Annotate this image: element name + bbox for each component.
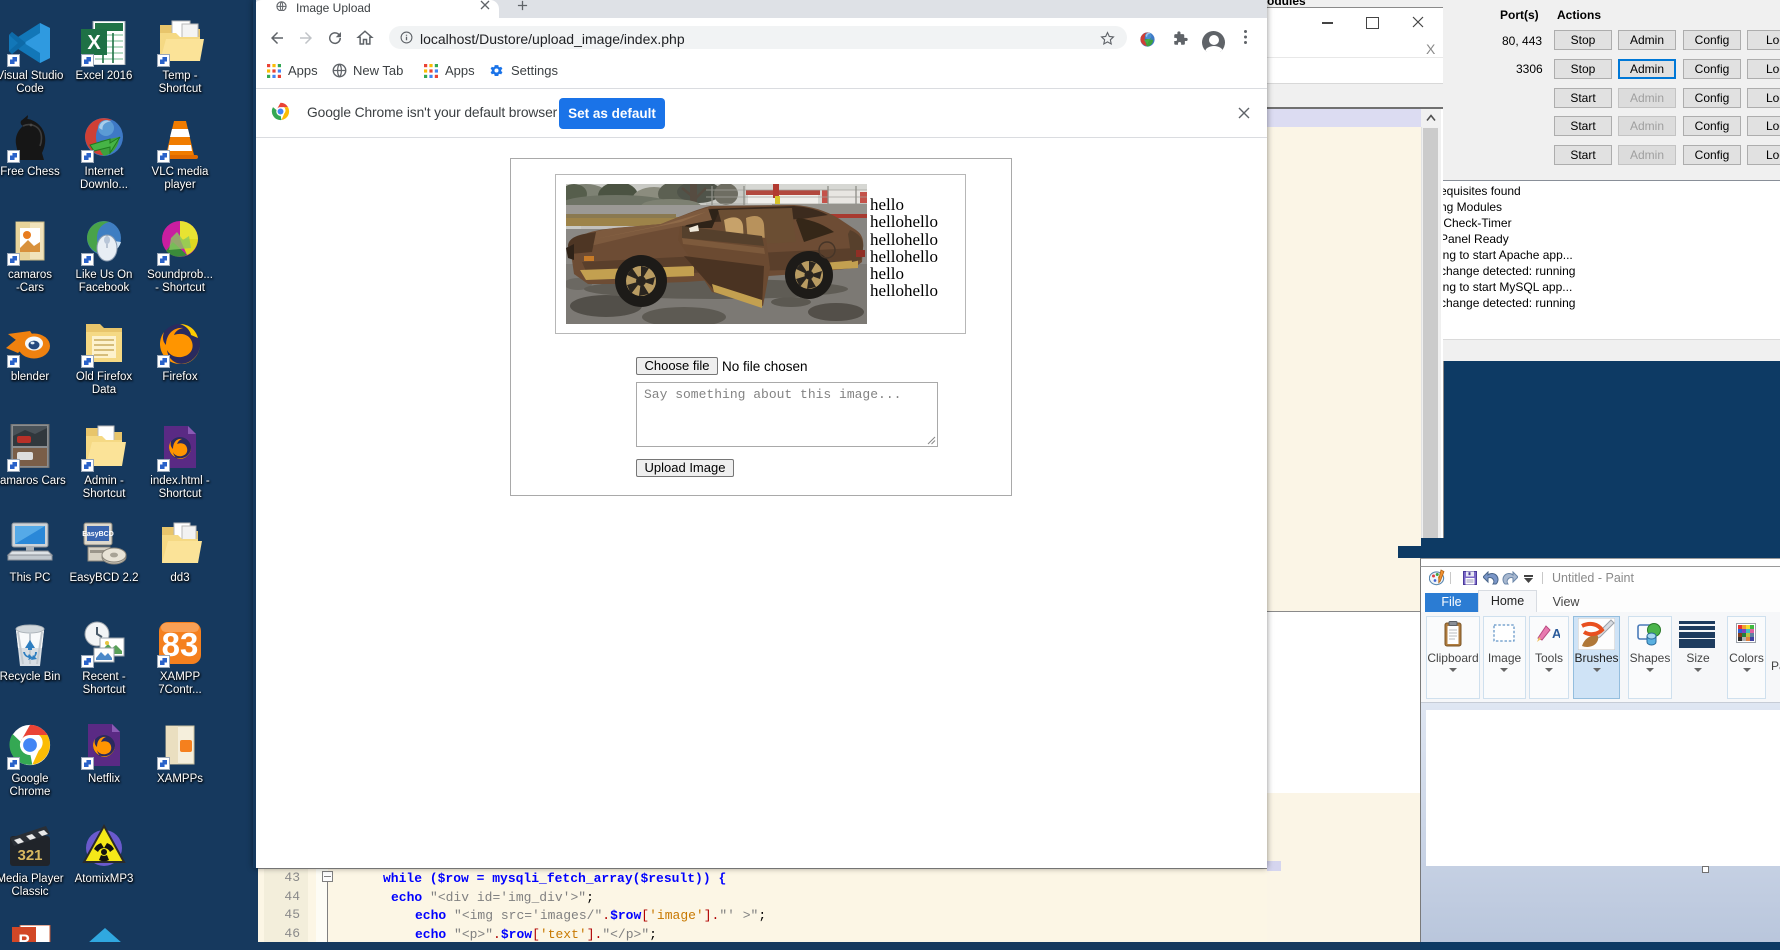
- svg-text:321: 321: [17, 847, 42, 864]
- svg-text:X: X: [87, 32, 101, 54]
- svg-text:EasyBCD: EasyBCD: [82, 531, 114, 538]
- svg-text:A: A: [1552, 626, 1560, 641]
- svg-text:P: P: [18, 931, 29, 942]
